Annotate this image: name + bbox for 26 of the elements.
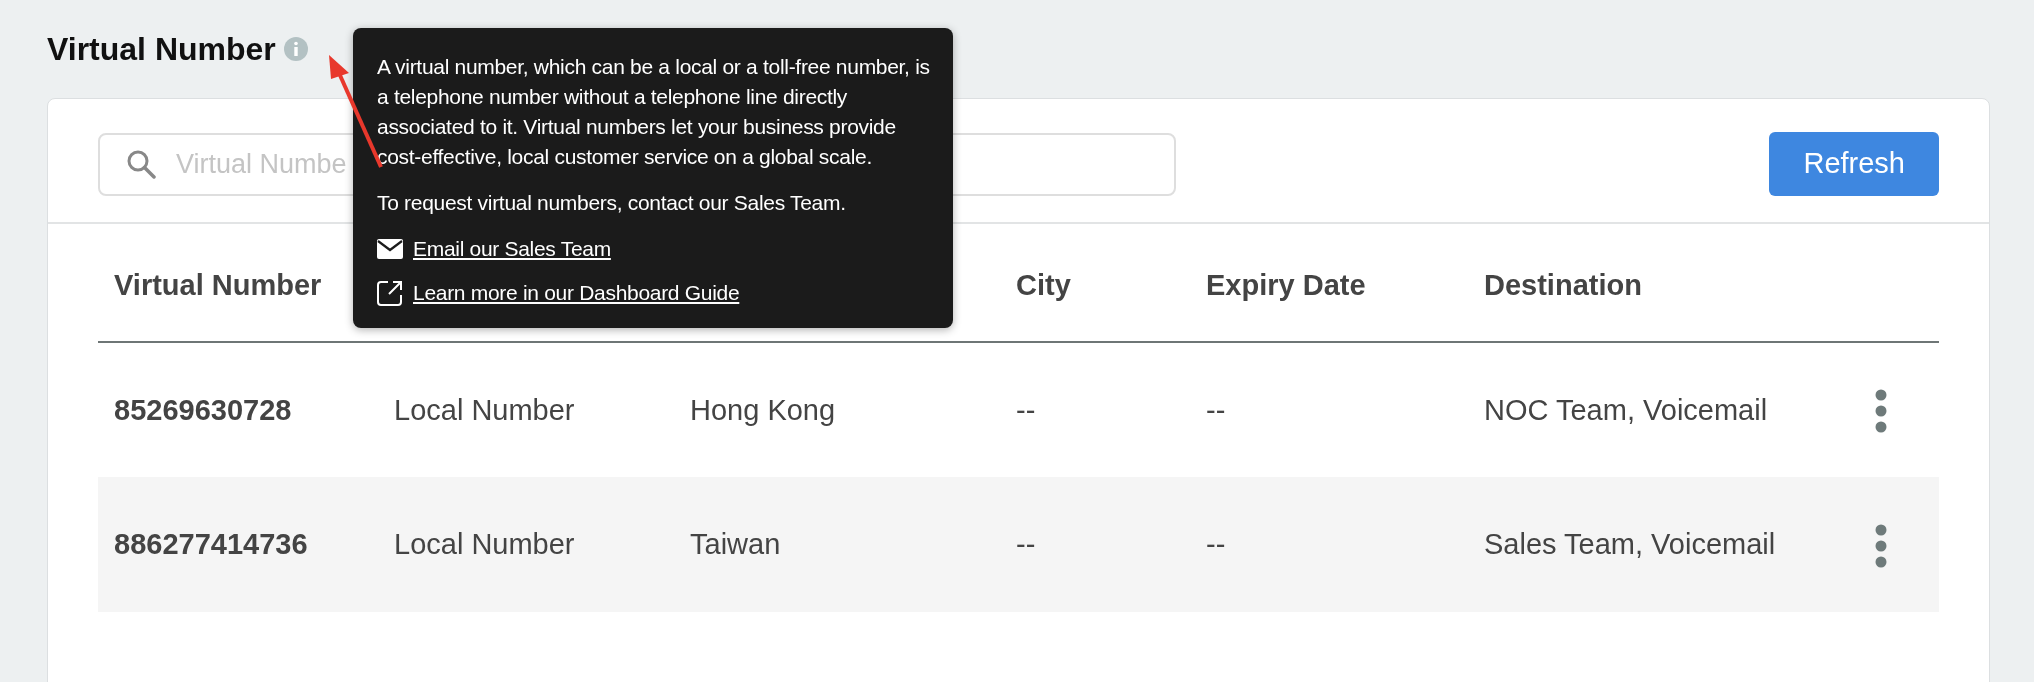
table-cell: Sales Team, Voicemail — [1484, 528, 1776, 561]
table-cell: Hong Kong — [690, 393, 836, 426]
column-header: Destination — [1484, 268, 1642, 301]
column-header: Virtual Number — [114, 268, 322, 301]
table-cell: -- — [1016, 393, 1036, 426]
envelope-icon — [377, 239, 403, 259]
more-options-icon[interactable] — [1875, 523, 1887, 568]
table-cell: Local Number — [394, 393, 575, 426]
table-cell: -- — [1206, 528, 1226, 561]
number-cell: 886277414736 — [114, 528, 308, 561]
tooltip-link[interactable]: Email our Sales Team — [413, 234, 611, 264]
number-cell: 85269630728 — [114, 393, 292, 426]
tooltip-text: To request virtual numbers, contact our Sales Team. — [377, 190, 847, 216]
tooltip-link[interactable]: Learn more in our Dashboard Guide — [413, 278, 740, 308]
refresh-button[interactable]: Refresh — [1769, 132, 1939, 196]
more-options-icon[interactable] — [1875, 389, 1887, 434]
tooltip-text: A virtual number, which can be a local or a toll-free number, is a telephone number without a telephone line directly associated to it. Virtual numbers let your business provide cost-effective, local customer service on a global scale. — [377, 54, 931, 170]
table-cell: NOC Team, Voicemail — [1484, 393, 1768, 426]
table-cell: Local Number — [394, 528, 575, 561]
column-header: Expiry Date — [1206, 268, 1366, 301]
table-cell: Taiwan — [690, 528, 781, 561]
page-title: Virtual Number — [47, 30, 276, 69]
table-cell: -- — [1206, 393, 1226, 426]
table-cell: -- — [1016, 528, 1036, 561]
external-link-icon — [377, 280, 403, 306]
column-header: City — [1016, 268, 1071, 301]
